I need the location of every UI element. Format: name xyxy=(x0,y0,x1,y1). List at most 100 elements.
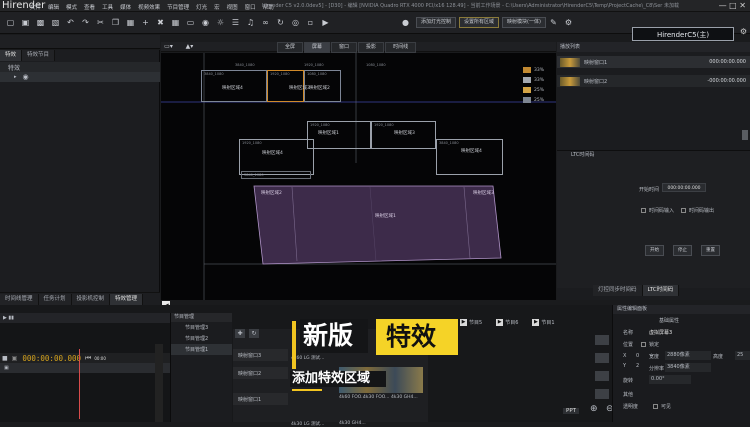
add-icon[interactable]: + xyxy=(140,17,151,28)
x-value[interactable]: 0 xyxy=(636,353,639,359)
tab-effects[interactable]: 特效 xyxy=(0,50,23,61)
camera-icon[interactable]: ◉ xyxy=(200,17,211,28)
program-button[interactable]: 节目6 xyxy=(505,319,518,326)
cut-icon[interactable]: ✂ xyxy=(95,17,106,28)
menu-item[interactable]: 媒体 xyxy=(120,3,131,11)
height-input[interactable]: 3840像素 xyxy=(665,363,711,372)
play-icon[interactable]: ▶ xyxy=(496,319,504,326)
timeline-track[interactable]: ▣ xyxy=(0,363,170,373)
monitor-icon[interactable]: ▭ xyxy=(185,17,196,28)
track-lock-icon[interactable]: ▣ xyxy=(4,365,9,371)
prev-icon[interactable]: ⏮ xyxy=(85,354,91,363)
add-light-button[interactable]: 添加灯光控制 xyxy=(416,17,457,28)
menu-item[interactable]: 工具 xyxy=(102,3,113,11)
side-button[interactable] xyxy=(595,353,609,363)
mapping-module-button[interactable]: 映射模块(一体) xyxy=(502,17,546,28)
save-icon[interactable]: ▩ xyxy=(35,17,46,28)
lock-icon[interactable]: ▣ xyxy=(12,355,18,362)
paste-icon[interactable]: ▦ xyxy=(125,17,136,28)
sync-icon[interactable]: ↻ xyxy=(275,17,286,28)
play-icon[interactable]: ▶ xyxy=(320,17,331,28)
ltc-stop-button[interactable]: 停止 xyxy=(673,245,692,256)
copy-icon[interactable]: ❐ xyxy=(110,17,121,28)
width-input[interactable]: 2880像素 xyxy=(665,351,711,360)
menu-item[interactable]: 视频效果 xyxy=(138,3,160,11)
tree-item[interactable]: 特效 xyxy=(0,62,160,72)
zoom-select-icon[interactable]: ▲▾ xyxy=(184,41,195,52)
menu-item[interactable]: 宏 xyxy=(214,3,220,11)
window-icon[interactable]: ▫ xyxy=(305,17,316,28)
menu-item[interactable]: 模式 xyxy=(66,3,77,11)
tab-task-plan[interactable]: 任务计划 xyxy=(38,293,72,305)
ltc-start-button[interactable]: 开始 xyxy=(645,245,664,256)
tab-projector-control[interactable]: 投影机控制 xyxy=(71,293,111,305)
delete-icon[interactable]: ✖ xyxy=(155,17,166,28)
start-time-input[interactable]: 000:00:00.000 xyxy=(662,183,706,192)
tab-effect-programs[interactable]: 特效节目 xyxy=(22,50,56,61)
settings-icon[interactable]: ⚙ xyxy=(563,17,574,28)
ltc-reset-button[interactable]: 重置 xyxy=(701,245,720,256)
scrollbar[interactable] xyxy=(742,130,748,140)
layer-row[interactable]: 映射窗口1 xyxy=(233,393,288,405)
lock-checkbox[interactable] xyxy=(641,342,646,347)
monitor-select-icon[interactable]: ▭▾ xyxy=(163,41,174,52)
side-button[interactable] xyxy=(595,335,609,345)
open-folder-icon[interactable]: ▣ xyxy=(20,17,31,28)
undo-icon[interactable]: ↶ xyxy=(65,17,76,28)
canvas-mode-tab[interactable]: 屏幕 xyxy=(304,42,331,53)
expand-icon[interactable]: ▸ xyxy=(14,74,17,80)
ppt-button[interactable]: PPT xyxy=(563,408,579,414)
timeline-tools-icon[interactable]: ▶ ▮▮ xyxy=(3,315,14,321)
gear-icon[interactable]: ⚙ xyxy=(740,27,747,36)
ltc-output-checkbox[interactable] xyxy=(681,208,686,213)
tab-light-sync[interactable]: 灯控同步时间码 xyxy=(593,285,643,296)
timeline-scrollbar[interactable] xyxy=(155,344,163,422)
menu-item[interactable]: 窗口 xyxy=(245,3,256,11)
window-controls[interactable]: — □ ✕ xyxy=(719,1,746,10)
menu-item[interactable]: 灯光 xyxy=(196,3,207,11)
menu-item[interactable]: 文件 xyxy=(30,3,41,11)
redo-icon[interactable]: ↷ xyxy=(80,17,91,28)
program-item-selected[interactable]: 节目管理1 xyxy=(171,344,232,355)
program-button[interactable]: 节目5 xyxy=(469,319,482,326)
target-icon[interactable]: ◎ xyxy=(290,17,301,28)
stop-icon[interactable]: ■ xyxy=(2,355,8,362)
y-value[interactable]: 2 xyxy=(636,363,639,369)
tree-item-selected[interactable]: ▸ ◉ xyxy=(0,72,160,82)
rotation-input[interactable]: 0.00° xyxy=(649,375,691,384)
set-all-areas-button[interactable]: 设置所有区域 xyxy=(459,17,500,28)
visible-checkbox[interactable] xyxy=(653,404,658,409)
lock-icon[interactable]: ● xyxy=(400,17,411,28)
playlist-track[interactable]: 映射窗口1 000:00:00.000 xyxy=(557,56,750,68)
effect-area[interactable] xyxy=(161,53,556,300)
ltc-input-checkbox[interactable] xyxy=(641,208,646,213)
menu-item[interactable]: 编辑 xyxy=(48,3,59,11)
canvas-mode-tab[interactable]: 时间线 xyxy=(385,42,417,53)
save-as-icon[interactable]: ▧ xyxy=(50,17,61,28)
new-file-icon[interactable]: ▢ xyxy=(5,17,16,28)
tab-ltc[interactable]: LTC时间码 xyxy=(642,285,680,296)
canvas-mode-tab[interactable]: 全屏 xyxy=(277,42,304,53)
program-item[interactable]: 节目管理3 xyxy=(171,322,232,333)
canvas-mode-tab[interactable]: 投影 xyxy=(358,42,385,53)
layer-row[interactable]: 映射窗口2 xyxy=(233,367,288,379)
side-button[interactable] xyxy=(595,371,609,381)
program-button[interactable]: 节目1 xyxy=(541,319,554,326)
add-layer-icon[interactable]: ✚ xyxy=(235,329,245,338)
extra-input[interactable]: 25 xyxy=(735,351,750,360)
audio-icon[interactable]: ♫ xyxy=(245,17,256,28)
menu-item[interactable]: 查看 xyxy=(84,3,95,11)
name-value[interactable]: 虚拟屏幕3 xyxy=(649,329,672,336)
mapping-canvas[interactable]: 3840_1080 1920_1080 1080_1080 映射区域4 3840… xyxy=(161,53,556,300)
tab-timeline-manager[interactable]: 时间线管理 xyxy=(0,293,39,305)
side-button[interactable] xyxy=(595,389,609,399)
canvas-mode-tab[interactable]: 窗口 xyxy=(331,42,358,53)
link-icon[interactable]: ∞ xyxy=(260,17,271,28)
layers-icon[interactable]: ☰ xyxy=(230,17,241,28)
playhead[interactable] xyxy=(79,349,80,419)
tab-effect-manager[interactable]: 特效管理 xyxy=(110,293,144,305)
light-icon[interactable]: ☼ xyxy=(215,17,226,28)
layer-row[interactable]: 映射窗口3 xyxy=(233,349,288,361)
program-item[interactable]: 节目管理2 xyxy=(171,333,232,344)
eye-icon[interactable]: ◉ xyxy=(23,73,29,81)
